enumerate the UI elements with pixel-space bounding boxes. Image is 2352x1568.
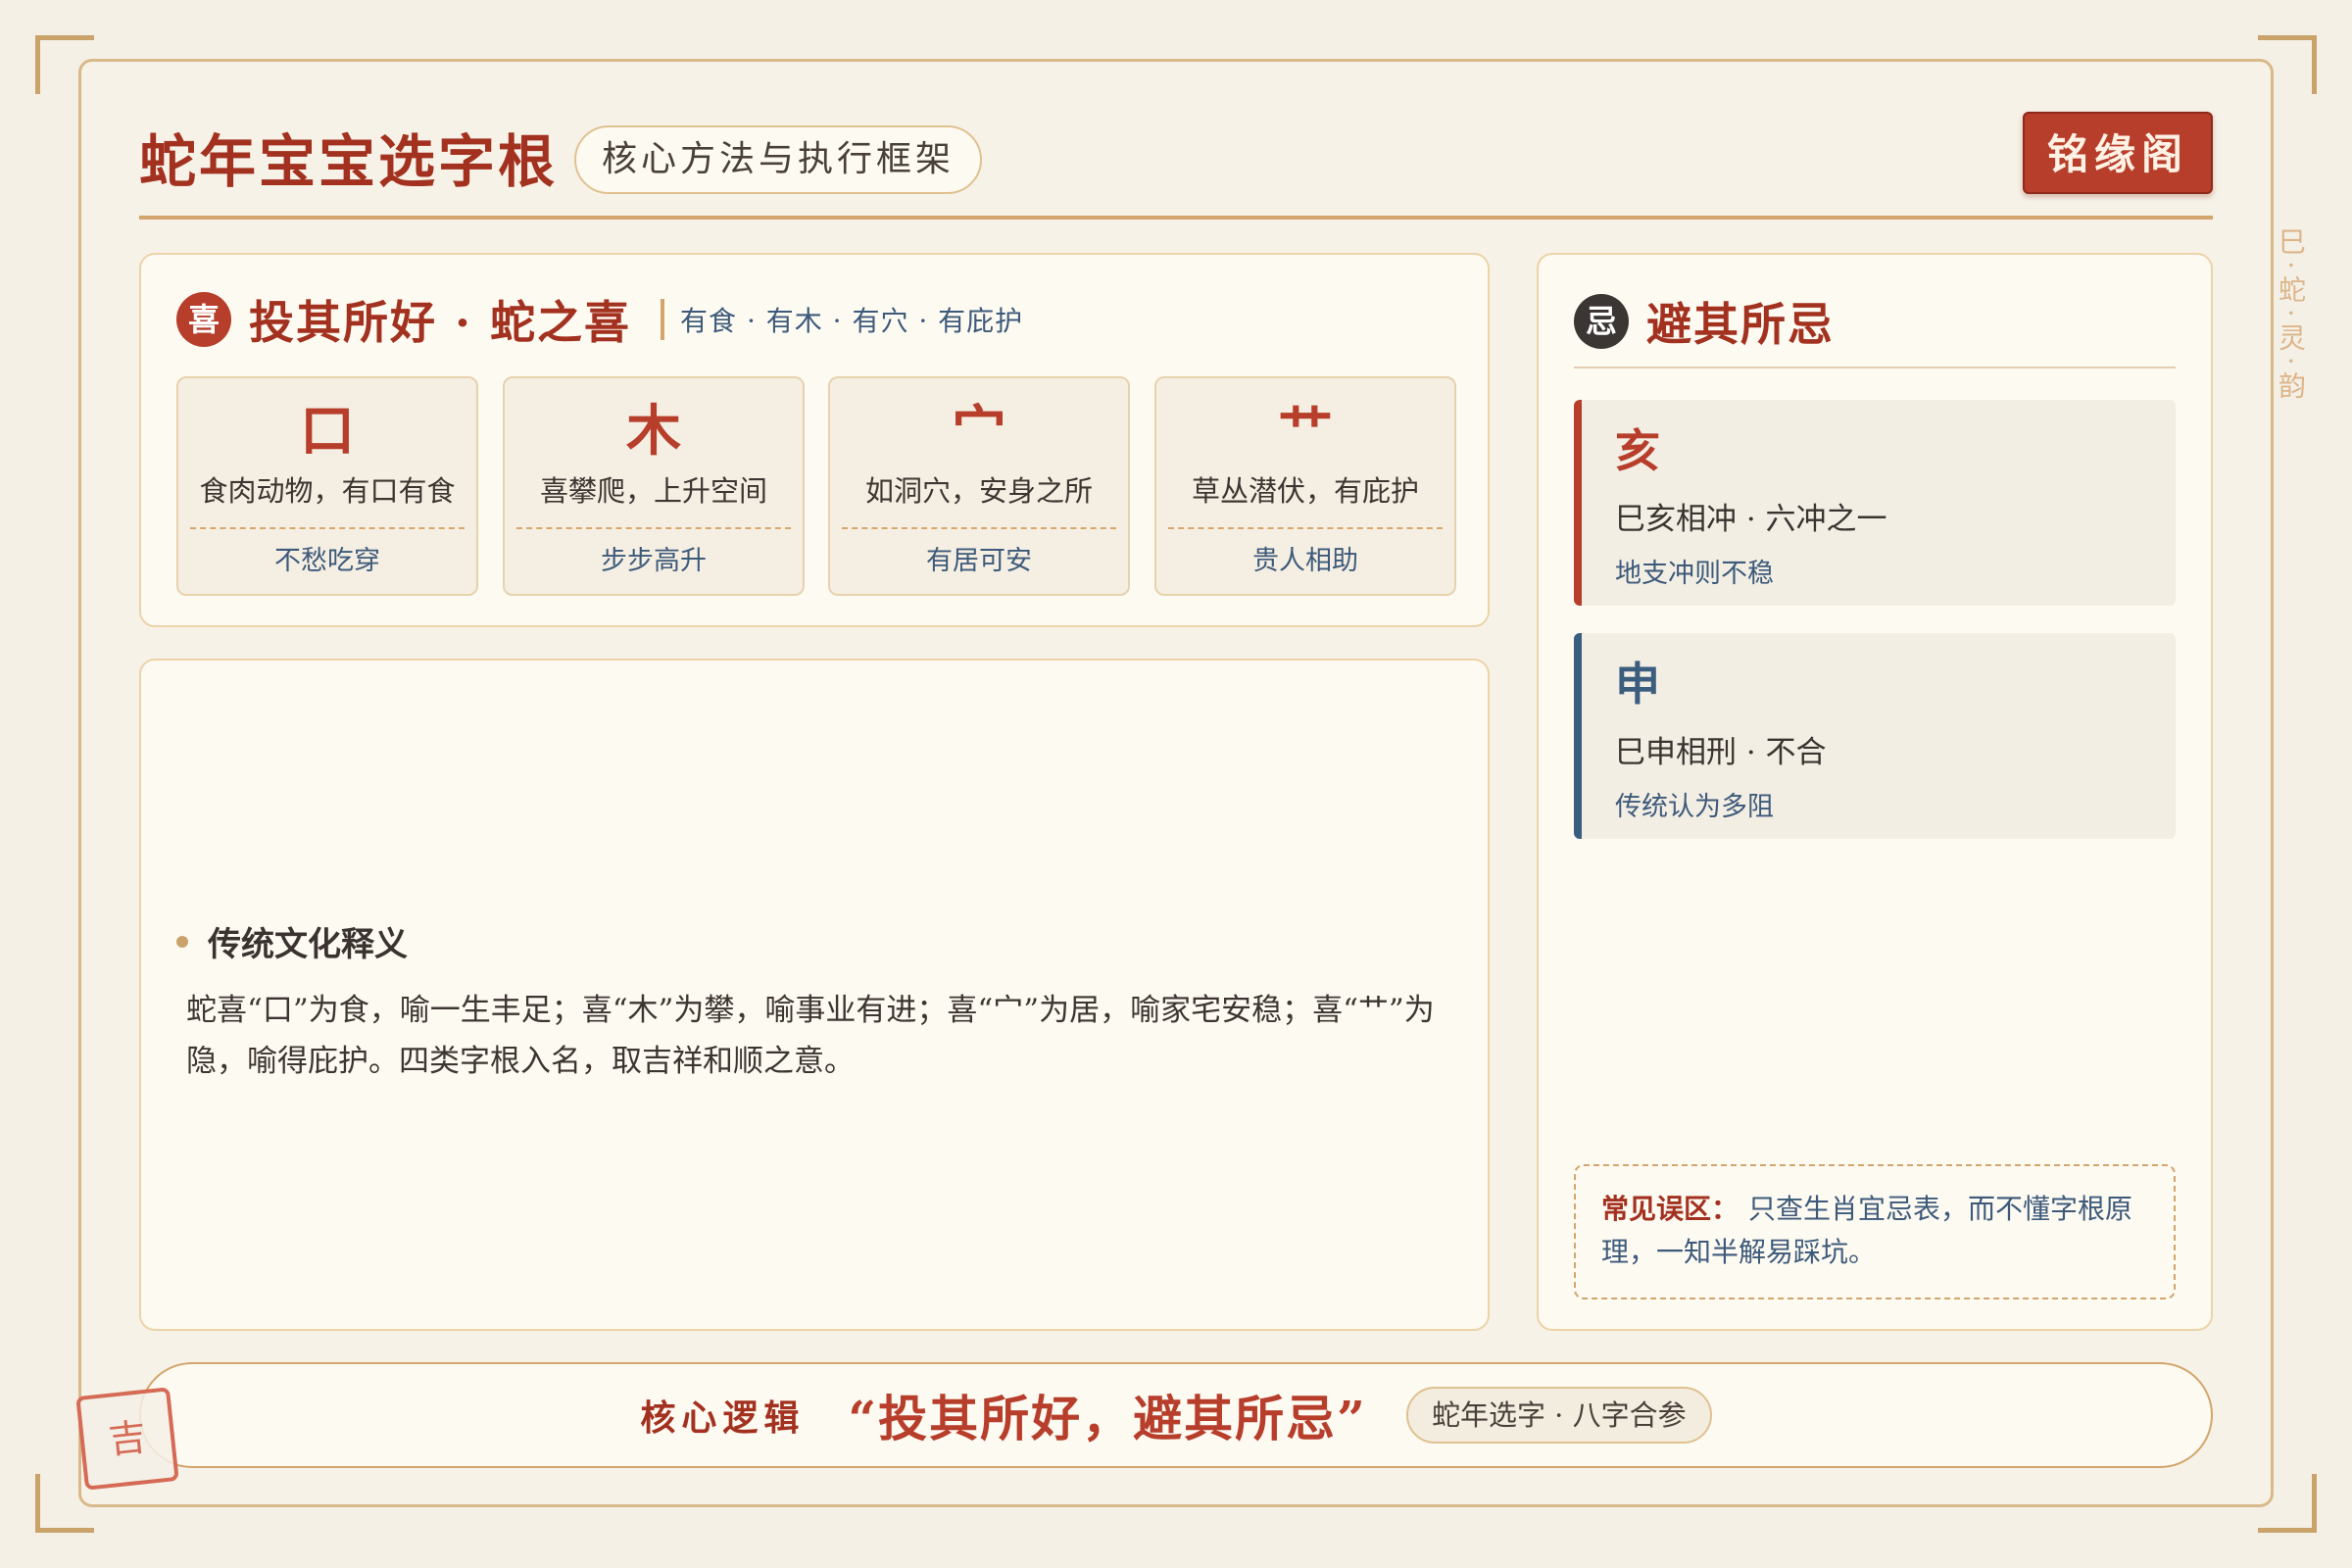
avoid-card[interactable]: 亥 巳亥相冲 · 六冲之一 地支冲则不稳	[1574, 400, 2176, 606]
core-logic-bar: 核心逻辑 “投其所好，避其所忌” 蛇年选字 · 八字合参	[139, 1362, 2213, 1468]
likes-divider	[661, 299, 665, 340]
root-note: 步步高升	[601, 546, 707, 576]
meaning-title: 传统文化释义	[208, 925, 408, 964]
avoid-title: 避其所忌	[1646, 298, 1835, 351]
root-card[interactable]: 宀 如洞穴，安身之所 有居可安	[828, 376, 1130, 596]
avoid-relation: 巳亥相冲 · 六冲之一	[1615, 502, 1887, 537]
likes-tags: 有食 · 有木 · 有穴 · 有庇护	[680, 305, 1024, 337]
avoid-card[interactable]: 申 巳申相刑 · 不合 传统认为多阻	[1574, 633, 2176, 839]
root-desc: 食肉动物，有口有食	[199, 474, 456, 508]
root-card[interactable]: 木 喜攀爬，上升空间 步步高升	[503, 376, 805, 596]
root-note: 贵人相助	[1252, 546, 1358, 576]
avoid-sub: 传统认为多阻	[1615, 792, 1774, 822]
mistake-label: 常见误区：	[1601, 1193, 1740, 1225]
avoid-panel: 忌 避其所忌 亥 巳亥相冲 · 六冲之一 地支冲则不稳 申 巳申相刑 · 不合 …	[1537, 253, 2213, 1331]
root-glyph: 口	[300, 400, 355, 463]
side-vertical-text: 巳·蛇·灵·韵	[2275, 227, 2307, 405]
brand-button[interactable]: 铭缘阁	[2023, 112, 2213, 194]
root-glyph: 木	[626, 400, 681, 463]
avoid-badge-icon: 忌	[1574, 294, 1629, 349]
avoid-sub: 地支冲则不稳	[1615, 559, 1774, 589]
seal-stamp-icon: 吉	[75, 1387, 179, 1491]
root-card[interactable]: 口 食肉动物，有口有食 不愁吃穿	[176, 376, 478, 596]
root-glyph: 宀	[952, 400, 1006, 463]
likes-title: 投其所好 · 蛇之喜	[249, 296, 632, 349]
root-desc: 如洞穴，安身之所	[864, 474, 1093, 508]
card-divider	[516, 527, 791, 529]
card-divider	[1168, 527, 1443, 529]
root-glyph: 艹	[1278, 400, 1333, 463]
core-logic-pill: 蛇年选字 · 八字合参	[1405, 1387, 1712, 1444]
card-divider	[842, 527, 1116, 529]
avoid-relation: 巳申相刑 · 不合	[1615, 735, 1827, 770]
core-logic-label: 核心逻辑	[640, 1397, 806, 1439]
root-card[interactable]: 艹 草丛潜伏，有庇护 贵人相助	[1154, 376, 1456, 596]
avoid-header: 忌 避其所忌	[1574, 290, 2176, 368]
meaning-panel: 传统文化释义 蛇喜“口”为食，喻一生丰足；喜“木”为攀，喻事业有进；喜“宀”为居…	[139, 659, 1490, 1331]
bullet-dot-icon	[176, 935, 188, 948]
core-logic-quote: “投其所好，避其所忌”	[848, 1390, 1367, 1447]
meaning-header: 传统文化释义	[176, 917, 1460, 965]
avoid-glyph: 亥	[1615, 424, 1660, 477]
likes-header: 喜 投其所好 · 蛇之喜 有食 · 有木 · 有穴 · 有庇护	[176, 290, 1023, 349]
root-note: 有居可安	[926, 546, 1032, 576]
meaning-content: 传统文化释义 蛇喜“口”为食，喻一生丰足；喜“木”为攀，喻事业有进；喜“宀”为居…	[176, 917, 1460, 1087]
page-title: 蛇年宝宝选字根	[139, 128, 559, 195]
page-header: 蛇年宝宝选字根 核心方法与执行框架 铭缘阁	[139, 98, 2213, 220]
root-note: 不愁吃穿	[274, 546, 380, 576]
avoid-glyph: 申	[1615, 658, 1660, 710]
likes-panel: 喜 投其所好 · 蛇之喜 有食 · 有木 · 有穴 · 有庇护 口 食肉动物，有…	[139, 253, 1490, 627]
subtitle-pill: 核心方法与执行框架	[574, 125, 983, 194]
like-badge-icon: 喜	[176, 292, 231, 347]
card-divider	[190, 527, 465, 529]
root-desc: 草丛潜伏，有庇护	[1191, 474, 1419, 508]
meaning-text: 蛇喜“口”为食，喻一生丰足；喜“木”为攀，喻事业有进；喜“宀”为居，喻家宅安稳；…	[186, 993, 1435, 1079]
root-cards: 口 食肉动物，有口有食 不愁吃穿 木 喜攀爬，上升空间 步步高升 宀 如洞穴，安…	[176, 376, 1456, 596]
root-desc: 喜攀爬，上升空间	[539, 474, 767, 508]
mistake-box: 常见误区： 只查生肖宜忌表，而不懂字根原理，一知半解易踩坑。	[1574, 1164, 2176, 1299]
